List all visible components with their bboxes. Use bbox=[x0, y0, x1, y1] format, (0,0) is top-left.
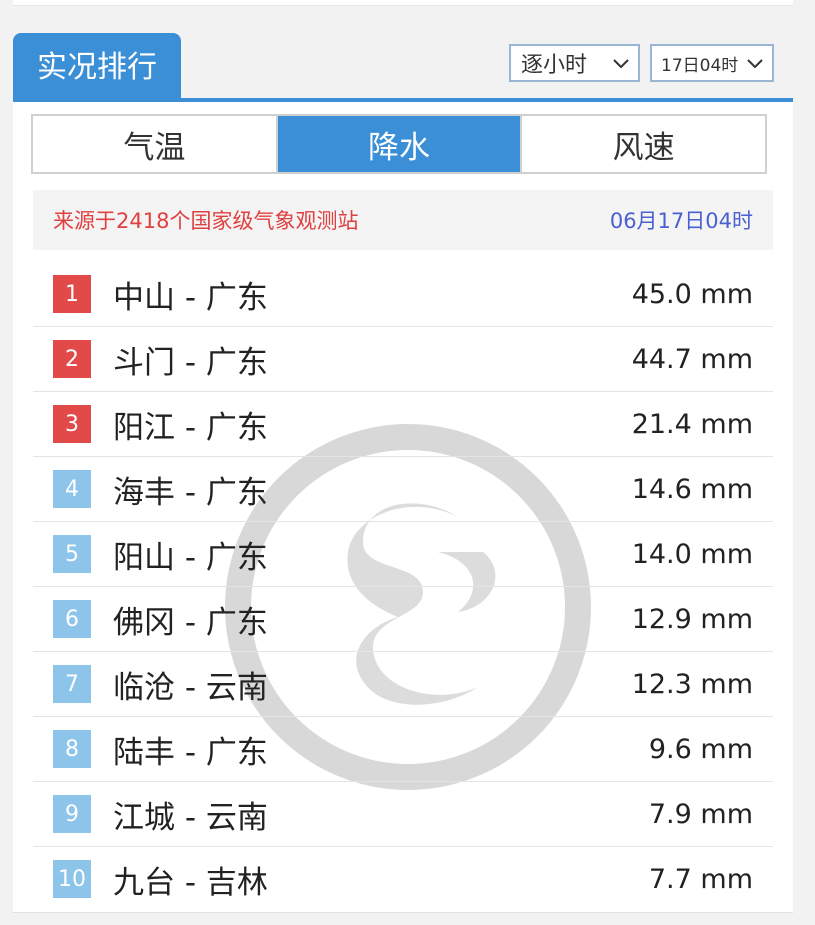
panel-header: 实况排行 逐小时 17日04时 bbox=[13, 33, 793, 102]
rank-badge: 10 bbox=[53, 860, 91, 898]
chevron-down-icon bbox=[747, 59, 763, 69]
interval-select-value: 逐小时 bbox=[521, 53, 588, 78]
station-name: 斗门 - 广东 bbox=[113, 344, 268, 381]
rank-badge: 1 bbox=[53, 275, 91, 313]
precipitation-value: 14.6 mm bbox=[631, 473, 753, 505]
precipitation-value: 12.9 mm bbox=[631, 603, 753, 635]
station-name: 佛冈 - 广东 bbox=[113, 604, 268, 641]
ranking-row[interactable]: 3 阳江 - 广东 21.4 mm bbox=[33, 392, 773, 457]
time-select-value: 17日04时 bbox=[661, 55, 739, 76]
ranking-row[interactable]: 9 江城 - 云南 7.9 mm bbox=[33, 782, 773, 847]
rank-badge: 8 bbox=[53, 730, 91, 768]
precipitation-value: 12.3 mm bbox=[631, 668, 753, 700]
ranking-row[interactable]: 5 阳山 - 广东 14.0 mm bbox=[33, 522, 773, 587]
rank-badge: 5 bbox=[53, 535, 91, 573]
live-ranking-panel: 实况排行 逐小时 17日04时 气温 降水 风速 来源于2418个国家级气象观测… bbox=[13, 33, 793, 913]
source-text: 来源于2418个国家级气象观测站 bbox=[53, 209, 359, 233]
rank-badge: 3 bbox=[53, 405, 91, 443]
top-strip bbox=[13, 0, 793, 6]
rank-badge: 7 bbox=[53, 665, 91, 703]
precipitation-value: 45.0 mm bbox=[631, 278, 753, 310]
rank-badge: 9 bbox=[53, 795, 91, 833]
panel-body: 气温 降水 风速 来源于2418个国家级气象观测站 06月17日04时 1 中山… bbox=[13, 102, 793, 913]
chevron-down-icon bbox=[613, 59, 629, 69]
ranking-list: 1 中山 - 广东 45.0 mm 2 斗门 - 广东 44.7 mm 3 阳江… bbox=[33, 262, 773, 911]
ranking-row[interactable]: 8 陆丰 - 广东 9.6 mm bbox=[33, 717, 773, 782]
tab-temperature[interactable]: 气温 bbox=[33, 116, 276, 172]
station-name: 九台 - 吉林 bbox=[113, 864, 268, 901]
source-time: 06月17日04时 bbox=[609, 209, 753, 233]
station-name: 陆丰 - 广东 bbox=[113, 734, 268, 771]
station-name: 中山 - 广东 bbox=[113, 279, 268, 316]
precipitation-value: 21.4 mm bbox=[631, 408, 753, 440]
ranking-row[interactable]: 10 九台 - 吉林 7.7 mm bbox=[33, 847, 773, 911]
ranking-row[interactable]: 6 佛冈 - 广东 12.9 mm bbox=[33, 587, 773, 652]
ranking-row[interactable]: 2 斗门 - 广东 44.7 mm bbox=[33, 327, 773, 392]
station-name: 江城 - 云南 bbox=[113, 799, 268, 836]
panel-title: 实况排行 bbox=[13, 33, 181, 102]
tab-precipitation[interactable]: 降水 bbox=[275, 116, 521, 172]
station-name: 海丰 - 广东 bbox=[113, 474, 268, 511]
precipitation-value: 14.0 mm bbox=[631, 538, 753, 570]
metric-tabs: 气温 降水 风速 bbox=[31, 114, 767, 174]
interval-select[interactable]: 逐小时 bbox=[509, 44, 640, 82]
ranking-row[interactable]: 1 中山 - 广东 45.0 mm bbox=[33, 262, 773, 327]
rank-badge: 4 bbox=[53, 470, 91, 508]
precipitation-value: 44.7 mm bbox=[631, 343, 753, 375]
precipitation-value: 7.7 mm bbox=[648, 863, 753, 895]
precipitation-value: 9.6 mm bbox=[648, 733, 753, 765]
rank-badge: 6 bbox=[53, 600, 91, 638]
time-select[interactable]: 17日04时 bbox=[650, 44, 774, 82]
precipitation-value: 7.9 mm bbox=[648, 798, 753, 830]
rank-badge: 2 bbox=[53, 340, 91, 378]
station-name: 阳山 - 广东 bbox=[113, 539, 268, 576]
ranking-row[interactable]: 4 海丰 - 广东 14.6 mm bbox=[33, 457, 773, 522]
station-name: 临沧 - 云南 bbox=[113, 669, 268, 706]
tab-wind-speed[interactable]: 风速 bbox=[520, 116, 766, 172]
source-bar: 来源于2418个国家级气象观测站 06月17日04时 bbox=[33, 190, 773, 250]
station-name: 阳江 - 广东 bbox=[113, 409, 268, 446]
ranking-row[interactable]: 7 临沧 - 云南 12.3 mm bbox=[33, 652, 773, 717]
